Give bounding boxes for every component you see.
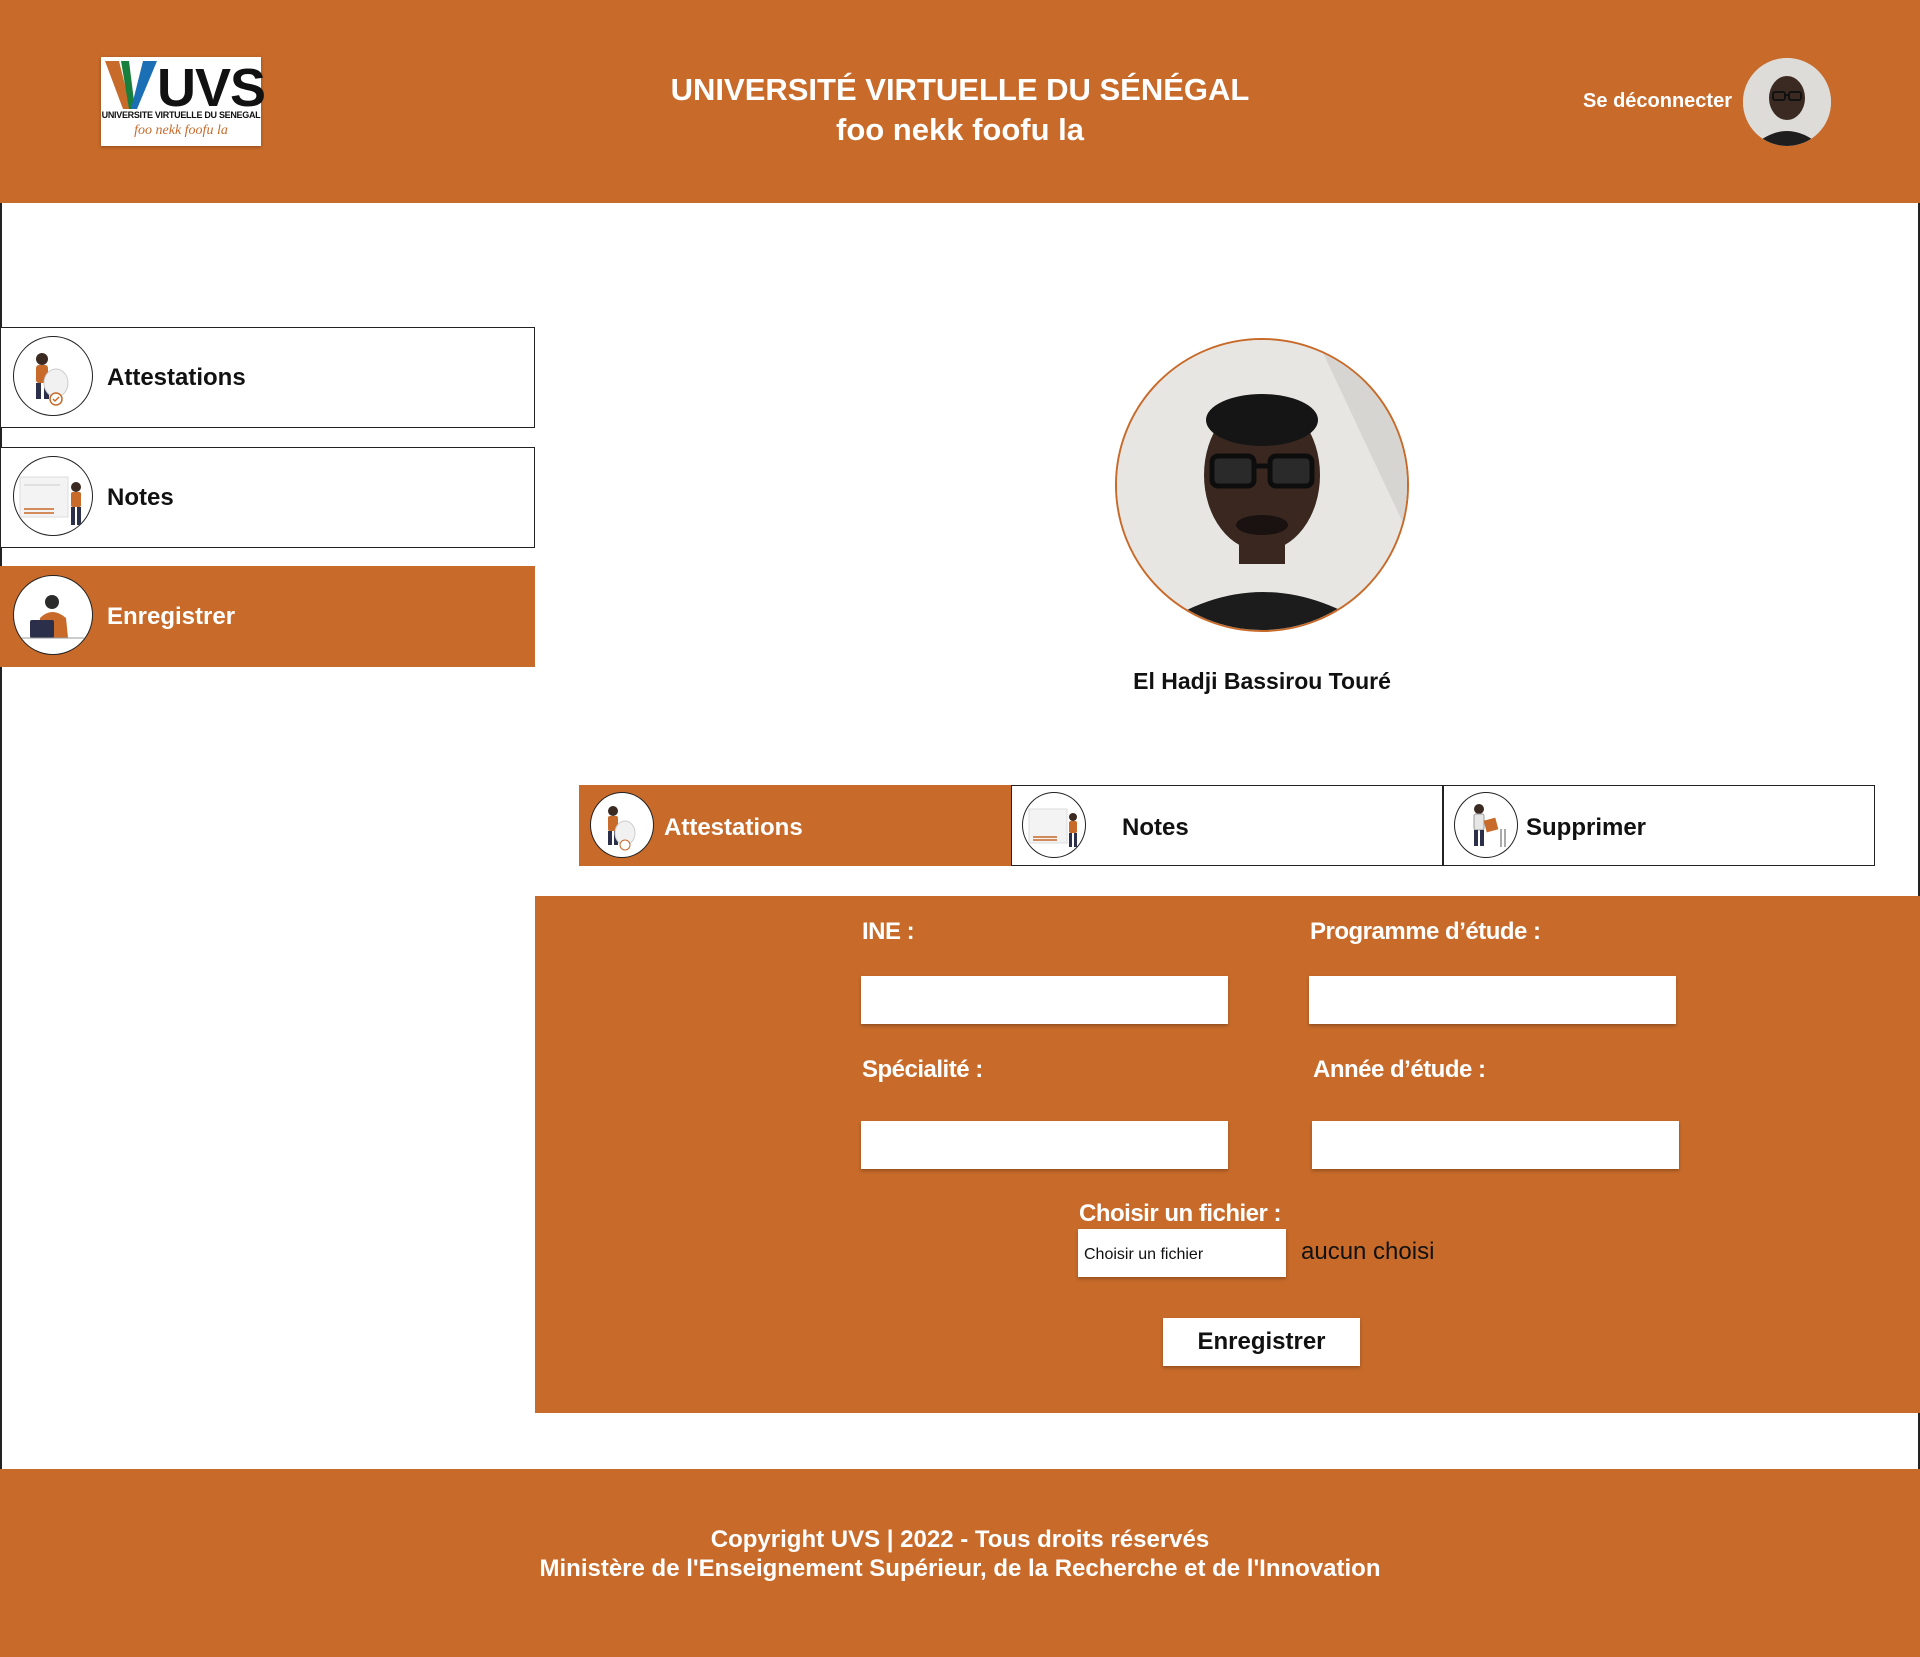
sidebar-item-notes[interactable]: Notes <box>0 447 535 548</box>
programme-label: Programme d’étude : <box>1310 918 1541 945</box>
ine-input[interactable] <box>861 976 1228 1024</box>
profile-portrait-icon <box>1117 340 1407 630</box>
page-title: UNIVERSITÉ VIRTUELLE DU SÉNÉGAL foo nekk… <box>560 70 1360 150</box>
specialite-input[interactable] <box>861 1121 1228 1169</box>
save-button[interactable]: Enregistrer <box>1163 1318 1360 1366</box>
annee-input[interactable] <box>1312 1121 1679 1169</box>
file-label: Choisir un fichier : <box>1079 1200 1282 1227</box>
uvs-logo[interactable]: UVS UNIVERSITE VIRTUELLE DU SENEGAL foo … <box>101 57 266 146</box>
header: UVS UNIVERSITE VIRTUELLE DU SENEGAL foo … <box>0 0 1920 203</box>
sidebar-item-label: Attestations <box>107 364 246 391</box>
file-choose-button[interactable]: Choisir un fichier <box>1078 1229 1286 1277</box>
ine-label: INE : <box>862 918 915 945</box>
sidebar-item-attestations[interactable]: Attestations <box>0 327 535 428</box>
notes-illustration-icon <box>13 456 93 536</box>
logo-subtitle: UNIVERSITE VIRTUELLE DU SENEGAL <box>101 109 261 121</box>
delete-tab-icon <box>1454 792 1518 858</box>
profile-photo <box>1115 338 1409 632</box>
footer-ministry: Ministère de l'Enseignement Supérieur, d… <box>539 1555 1381 1582</box>
tab-notes[interactable]: Notes <box>1011 785 1443 866</box>
sidebar-item-enregistrer[interactable]: Enregistrer <box>0 566 535 667</box>
logo-v-icon <box>105 61 157 109</box>
logo-motto: foo nekk foofu la <box>134 123 228 138</box>
sidebar-item-label: Enregistrer <box>107 603 236 630</box>
tab-attestations[interactable]: Attestations <box>579 785 1011 866</box>
user-photo-icon <box>1743 58 1831 146</box>
profile-name: El Hadji Bassirou Touré <box>1133 668 1391 694</box>
tab-label: Notes <box>1122 814 1189 841</box>
programme-input[interactable] <box>1309 976 1676 1024</box>
attestation-illustration-icon <box>13 336 93 416</box>
user-avatar[interactable] <box>1743 58 1831 146</box>
sidebar-item-label: Notes <box>107 484 174 511</box>
file-status-text: aucun choisi <box>1301 1238 1435 1265</box>
footer: Copyright UVS | 2022 - Tous droits réser… <box>0 1469 1920 1657</box>
tab-supprimer[interactable]: Supprimer <box>1443 785 1875 866</box>
tab-label: Supprimer <box>1526 814 1647 841</box>
title-line-2: foo nekk foofu la <box>836 112 1084 147</box>
notes-tab-icon <box>1022 792 1086 858</box>
footer-copyright: Copyright UVS | 2022 - Tous droits réser… <box>710 1526 1210 1553</box>
specialite-label: Spécialité : <box>862 1056 983 1083</box>
annee-label: Année d’étude : <box>1313 1056 1486 1083</box>
tab-label: Attestations <box>664 814 803 841</box>
register-illustration-icon <box>13 575 93 655</box>
title-line-1: UNIVERSITÉ VIRTUELLE DU SÉNÉGAL <box>670 72 1250 107</box>
logout-link[interactable]: Se déconnecter <box>1560 90 1732 113</box>
attestation-tab-icon <box>590 792 654 858</box>
